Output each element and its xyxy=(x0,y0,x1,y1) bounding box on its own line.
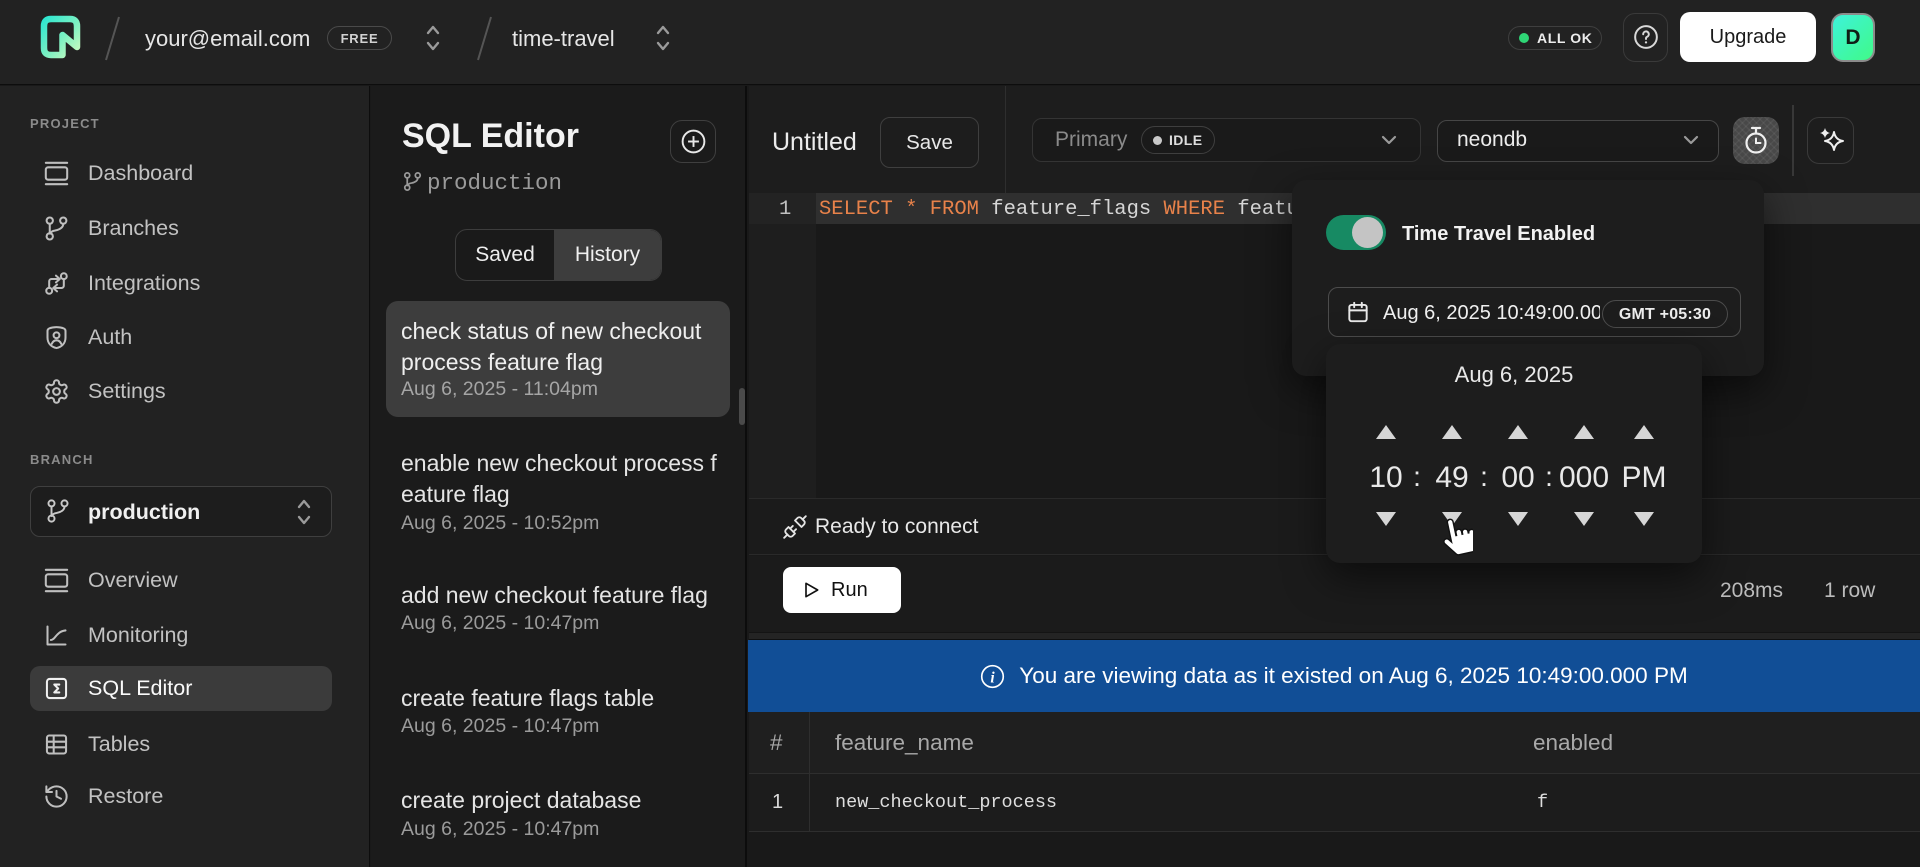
svg-text:i: i xyxy=(991,669,996,686)
